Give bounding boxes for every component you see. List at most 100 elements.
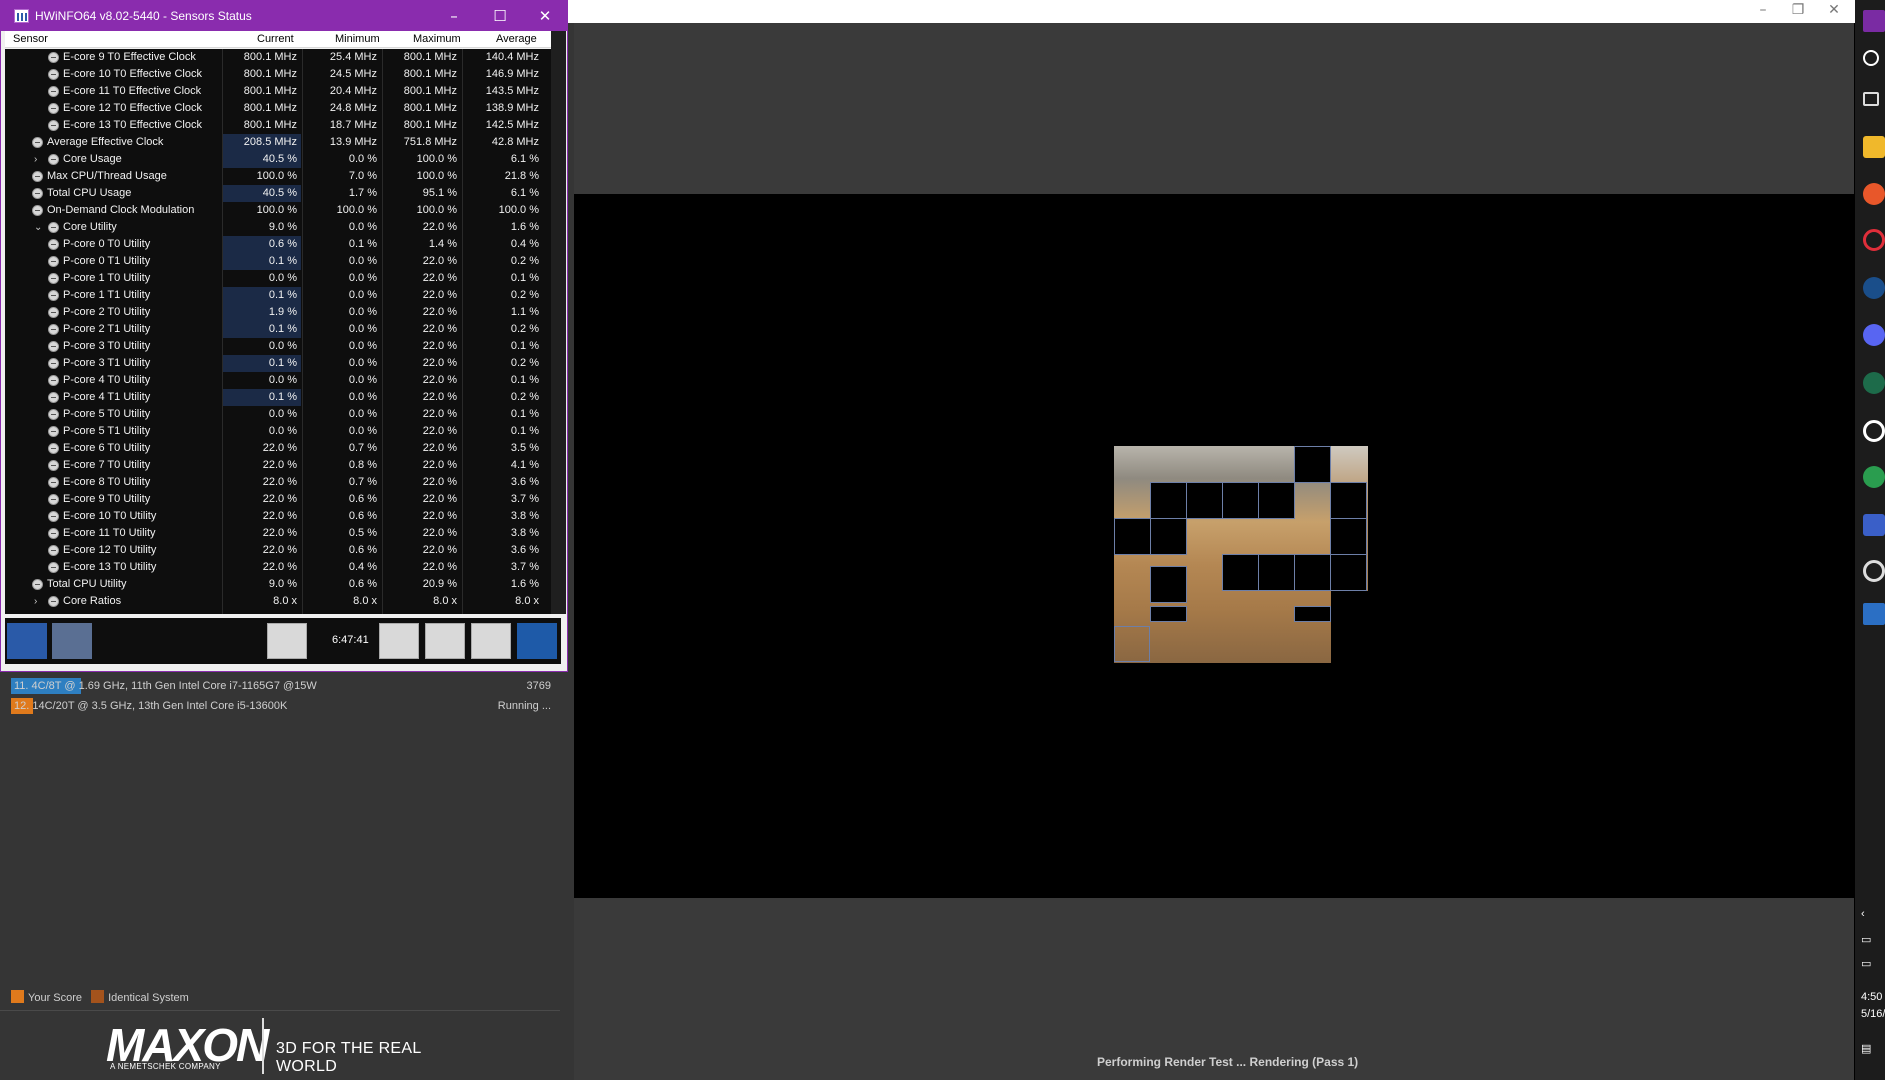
hwinfo-taskbar-icon[interactable]	[1863, 603, 1885, 625]
sensor-name: P-core 5 T1 Utility	[63, 425, 151, 437]
sensor-row[interactable]: › Core Usage 40.5 % 0.0 % 100.0 % 6.1 %	[5, 151, 551, 168]
sensor-name: E-core 9 T0 Utility	[63, 493, 151, 505]
your-score-label: Your Score	[28, 992, 83, 1004]
sensor-name: P-core 0 T1 Utility	[63, 255, 151, 267]
ranking-row[interactable]: 12. 14C/20T @ 3.5 GHz, 13th Gen Intel Co…	[11, 697, 551, 715]
nav-collapse-icon[interactable]	[52, 623, 92, 659]
sensor-row[interactable]: E-core 9 T0 Utility 22.0 % 0.6 % 22.0 % 3.7 …	[5, 491, 551, 508]
clock-date[interactable]: 5/16/	[1861, 1008, 1885, 1020]
value-minimum: 0.0 %	[348, 306, 377, 318]
sensor-row[interactable]: E-core 12 T0 Effective Clock 800.1 MHz 24.…	[5, 100, 551, 117]
col-average[interactable]: Average	[496, 33, 537, 45]
clock-icon[interactable]	[379, 623, 419, 659]
clock-time[interactable]: 4:50	[1861, 991, 1882, 1003]
ranking-row[interactable]: 11. 4C/8T @ 1.69 GHz, 11th Gen Intel Cor…	[11, 677, 551, 695]
opera-icon[interactable]	[1863, 229, 1885, 251]
sensor-row[interactable]: P-core 0 T1 Utility 0.1 % 0.0 % 22.0 % 0.2 %	[5, 253, 551, 270]
sensor-row[interactable]: On-Demand Clock Modulation 100.0 % 100.0 %…	[5, 202, 551, 219]
chevron-left-icon[interactable]: ‹	[1861, 908, 1865, 920]
sensor-row[interactable]: P-core 0 T0 Utility 0.6 % 0.1 % 1.4 % 0.4 %	[5, 236, 551, 253]
value-current: 800.1 MHz	[243, 119, 297, 131]
network-tray-icon[interactable]: ▭	[1861, 933, 1871, 946]
col-minimum[interactable]: Minimum	[335, 33, 380, 45]
notification-icon[interactable]: ▤	[1861, 1042, 1871, 1055]
firefox-icon[interactable]	[1863, 183, 1885, 205]
task-view-icon[interactable]	[1863, 92, 1879, 106]
close-x-icon[interactable]	[517, 623, 557, 659]
grid-scrollbar[interactable]	[551, 31, 566, 614]
sensor-reading-icon	[48, 460, 59, 471]
maximize-button[interactable]: ☐	[485, 5, 515, 27]
sensor-row[interactable]: E-core 10 T0 Effective Clock 800.1 MHz 24.…	[5, 66, 551, 83]
app-icon[interactable]	[1863, 514, 1885, 536]
obs-icon[interactable]	[1863, 420, 1885, 442]
render-bucket	[1114, 518, 1151, 555]
sensor-row[interactable]: E-core 10 T0 Utility 22.0 % 0.6 % 22.0 % 3.8…	[5, 508, 551, 525]
settings-gear-icon[interactable]	[471, 623, 511, 659]
col-maximum[interactable]: Maximum	[413, 33, 461, 45]
sensor-row[interactable]: E-core 8 T0 Utility 22.0 % 0.7 % 22.0 % 3.6 …	[5, 474, 551, 491]
close-button[interactable]: ✕	[530, 5, 560, 27]
display-tray-icon[interactable]: ▭	[1861, 957, 1871, 970]
sensor-grid[interactable]: E-core 9 T0 Effective Clock 800.1 MHz 25.4…	[5, 49, 551, 614]
col-current[interactable]: Current	[257, 33, 294, 45]
sensor-row[interactable]: P-core 2 T1 Utility 0.1 % 0.0 % 22.0 % 0.2 %	[5, 321, 551, 338]
nav-arrows-icon[interactable]	[7, 623, 47, 659]
sensor-row[interactable]: P-core 2 T0 Utility 1.9 % 0.0 % 22.0 % 1.1 %	[5, 304, 551, 321]
network-icon[interactable]	[267, 623, 307, 659]
nvidia-icon[interactable]	[1863, 466, 1885, 488]
sensor-row[interactable]: E-core 12 T0 Utility 22.0 % 0.6 % 22.0 % 3.6…	[5, 542, 551, 559]
sensor-row[interactable]: E-core 6 T0 Utility 22.0 % 0.7 % 22.0 % 3.5 …	[5, 440, 551, 457]
sensor-row[interactable]: E-core 11 T0 Effective Clock 800.1 MHz 20.…	[5, 83, 551, 100]
windows-start-icon[interactable]	[1863, 10, 1885, 32]
expand-toggle-icon[interactable]: ›	[34, 151, 37, 168]
sensor-row[interactable]: P-core 1 T1 Utility 0.1 % 0.0 % 22.0 % 0.2 %	[5, 287, 551, 304]
sensor-row[interactable]: P-core 1 T0 Utility 0.0 % 0.0 % 22.0 % 0.1 %	[5, 270, 551, 287]
sensor-row[interactable]: E-core 13 T0 Effective Clock 800.1 MHz 18.…	[5, 117, 551, 134]
sensor-row[interactable]: › Core Ratios 8.0 x 8.0 x 8.0 x 8.0 x	[5, 593, 551, 610]
sensor-name: E-core 9 T0 Effective Clock	[63, 51, 196, 63]
sensor-row[interactable]: P-core 3 T1 Utility 0.1 % 0.0 % 22.0 % 0.2 %	[5, 355, 551, 372]
sensor-row[interactable]: P-core 3 T0 Utility 0.0 % 0.0 % 22.0 % 0.1 %	[5, 338, 551, 355]
value-current: 1.9 %	[223, 304, 301, 321]
value-current: 22.0 %	[262, 527, 297, 539]
discord-icon[interactable]	[1863, 324, 1885, 346]
sensor-row[interactable]: ⌄ Core Utility 9.0 % 0.0 % 22.0 % 1.6 %	[5, 219, 551, 236]
search-icon[interactable]	[1863, 50, 1879, 66]
close-button[interactable]: ✕	[1816, 2, 1852, 18]
value-average: 0.2 %	[510, 391, 539, 403]
sensor-row[interactable]: Max CPU/Thread Usage 100.0 % 7.0 % 100.0 % 2…	[5, 168, 551, 185]
sensor-reading-icon	[48, 511, 59, 522]
expand-toggle-icon[interactable]: ⌄	[34, 219, 42, 236]
sensor-reading-icon	[48, 341, 59, 352]
sensor-grid-header: Sensor Current Minimum Maximum Average	[5, 31, 551, 48]
app-icon[interactable]	[1863, 372, 1885, 394]
sensor-row[interactable]: P-core 5 T1 Utility 0.0 % 0.0 % 22.0 % 0.1 %	[5, 423, 551, 440]
hwinfo-titlebar[interactable]: HWiNFO64 v8.02-5440 - Sensors Status – ☐…	[1, 1, 567, 31]
sensor-row[interactable]: Average Effective Clock 208.5 MHz 13.9 MHz…	[5, 134, 551, 151]
steam-icon[interactable]	[1863, 277, 1885, 299]
app-icon[interactable]	[1863, 560, 1885, 582]
minimize-button[interactable]: –	[439, 5, 469, 27]
sensor-name: P-core 0 T0 Utility	[63, 238, 151, 250]
sensor-row[interactable]: P-core 5 T0 Utility 0.0 % 0.0 % 22.0 % 0.1 %	[5, 406, 551, 423]
value-current: 0.1 %	[223, 355, 301, 372]
col-sensor[interactable]: Sensor	[13, 33, 48, 45]
render-bucket	[1330, 554, 1367, 591]
file-explorer-icon[interactable]	[1863, 136, 1885, 158]
minimize-button[interactable]: –	[1745, 2, 1781, 18]
expand-toggle-icon[interactable]: ›	[34, 593, 37, 610]
sensor-row[interactable]: E-core 11 T0 Utility 22.0 % 0.5 % 22.0 % 3.8…	[5, 525, 551, 542]
add-report-icon[interactable]	[425, 623, 465, 659]
ranking-legend: Your Score Identical System	[11, 990, 195, 1006]
sensor-row[interactable]: E-core 7 T0 Utility 22.0 % 0.8 % 22.0 % 4.1 …	[5, 457, 551, 474]
sensor-row[interactable]: Total CPU Utility 9.0 % 0.6 % 20.9 % 1.6 %	[5, 576, 551, 593]
restore-button[interactable]: ❐	[1780, 2, 1816, 18]
sensor-row[interactable]: P-core 4 T0 Utility 0.0 % 0.0 % 22.0 % 0.1 %	[5, 372, 551, 389]
value-maximum: 22.0 %	[422, 255, 457, 267]
sensor-row[interactable]: P-core 4 T1 Utility 0.1 % 0.0 % 22.0 % 0.2 %	[5, 389, 551, 406]
sensor-row[interactable]: Total CPU Usage 40.5 % 1.7 % 95.1 % 6.1 %	[5, 185, 551, 202]
value-minimum: 0.0 %	[348, 221, 377, 233]
sensor-row[interactable]: E-core 13 T0 Utility 22.0 % 0.4 % 22.0 % 3.7…	[5, 559, 551, 576]
sensor-row[interactable]: E-core 9 T0 Effective Clock 800.1 MHz 25.4…	[5, 49, 551, 66]
